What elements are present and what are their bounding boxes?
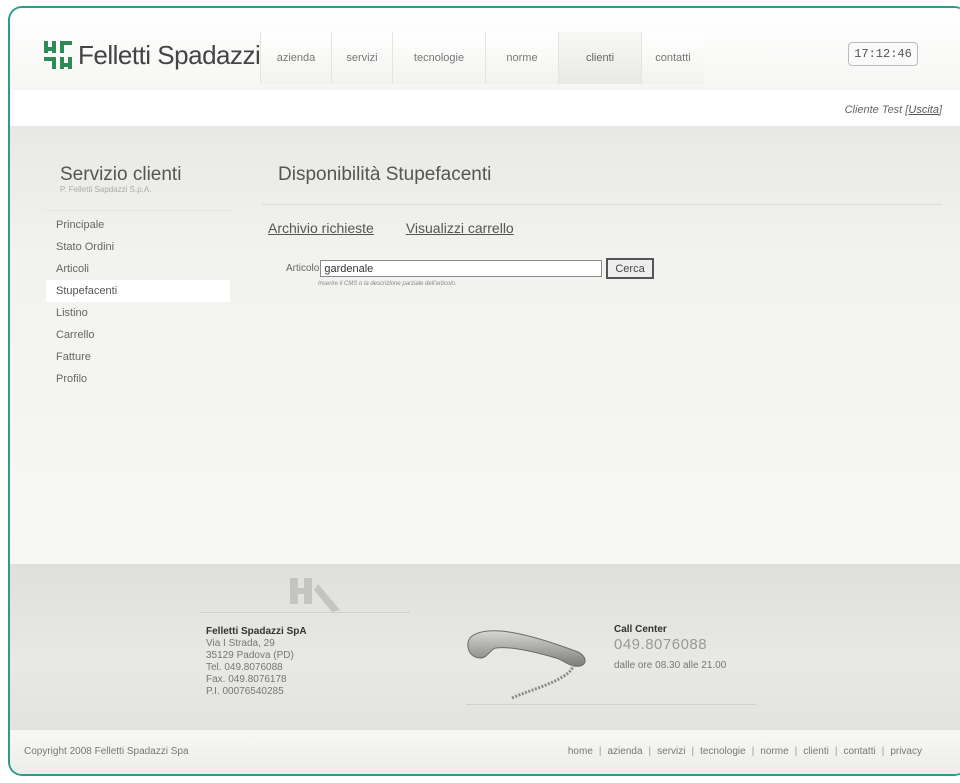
call-center-label: Call Center <box>614 624 667 635</box>
company-info: Felletti Spadazzi SpA Via I Strada, 29 3… <box>206 626 307 698</box>
nav-item-clienti[interactable]: clienti <box>558 32 641 84</box>
sidebar-item-carrello[interactable]: Carrello <box>46 324 230 346</box>
footer-link-separator: | <box>751 746 755 757</box>
footer-link-separator: | <box>598 746 602 757</box>
articolo-label: Articolo <box>286 263 320 274</box>
sidebar-item-articoli[interactable]: Articoli <box>46 258 230 280</box>
call-center-number: 049.8076088 <box>614 636 708 653</box>
user-bar: Cliente Test [Uscita] <box>10 90 960 126</box>
logout-link[interactable]: Uscita <box>908 104 939 116</box>
search-hint: Inserire il CMS o la descrizione parzial… <box>318 281 457 287</box>
brand-logo-icon <box>44 41 72 69</box>
company-tel: Tel. 049.8076088 <box>206 662 283 673</box>
user-name: Cliente Test <box>844 104 903 116</box>
sidebar-item-principale[interactable]: Principale <box>46 214 230 236</box>
bottom-bar: Copyright 2008 Felletti Spadazzi Spa hom… <box>10 730 960 774</box>
page-title: Disponibilità Stupefacenti <box>278 164 492 185</box>
copyright: Copyright 2008 Felletti Spadazzi Spa <box>24 746 189 757</box>
main-nav: azienda servizi tecnologie norme clienti cont… <box>260 32 704 84</box>
call-center-hours: dalle ore 08.30 alle 21.00 <box>614 660 727 671</box>
nav-item-servizi[interactable]: servizi <box>331 32 392 84</box>
phone-handset-icon <box>467 630 586 700</box>
page-frame: Felletti Spadazzi azienda servizi tecnolog… <box>8 6 960 776</box>
sidebar-menu: Principale Stato Ordini Articoli Stupefacen… <box>46 214 230 390</box>
company-fax: Fax. 049.8076178 <box>206 674 287 685</box>
sidebar-item-fatture[interactable]: Fatture <box>46 346 230 368</box>
footer-link-servizi[interactable]: servizi <box>657 746 685 757</box>
footer-link-norme[interactable]: norme <box>760 746 788 757</box>
visualizzi-carrello-link[interactable]: Visualizzi carrello <box>406 220 514 236</box>
footer-link-separator: | <box>648 746 652 757</box>
footer-link-clienti[interactable]: clienti <box>803 746 829 757</box>
footer-link-tecnologie[interactable]: tecnologie <box>700 746 746 757</box>
sidebar-item-profilo[interactable]: Profilo <box>46 368 230 390</box>
brand-logo[interactable]: Felletti Spadazzi <box>42 38 261 72</box>
nav-item-contatti[interactable]: contatti <box>641 32 704 84</box>
company-vat: P.I. 00076540285 <box>206 686 284 697</box>
footer-link-azienda[interactable]: azienda <box>608 746 643 757</box>
footer-divider-left <box>200 612 410 613</box>
sidebar-item-stato-ordini[interactable]: Stato Ordini <box>46 236 230 258</box>
footer-divider-right <box>466 704 756 705</box>
nav-item-tecnologie[interactable]: tecnologie <box>392 32 485 84</box>
footer-link-separator: | <box>794 746 798 757</box>
brand-name: Felletti Spadazzi <box>78 39 261 70</box>
sidebar-subtitle: P. Felletti Sapdazzi S.p.A. <box>60 185 152 194</box>
user-info: Cliente Test [Uscita] <box>844 104 942 116</box>
content-links: Archivio richieste Visualizzi carrello <box>268 220 514 236</box>
content-area: Servizio clienti P. Felletti Sapdazzi S.… <box>10 126 960 564</box>
sidebar-item-listino[interactable]: Listino <box>46 302 230 324</box>
articolo-input[interactable] <box>320 260 603 277</box>
sidebar-divider <box>46 210 230 211</box>
footer-link-separator: | <box>834 746 838 757</box>
footer-link-contatti[interactable]: contatti <box>843 746 875 757</box>
title-divider <box>262 204 942 205</box>
nav-item-norme[interactable]: norme <box>485 32 558 84</box>
footer-logo-icon <box>290 578 340 612</box>
sidebar-title: Servizio clienti <box>60 164 182 185</box>
footer-link-separator: | <box>881 746 885 757</box>
footer: Felletti Spadazzi SpA Via I Strada, 29 3… <box>10 564 960 730</box>
cerca-button[interactable]: Cerca <box>606 258 654 279</box>
search-form: Articolo Cerca <box>286 258 654 279</box>
footer-link-privacy[interactable]: privacy <box>890 746 922 757</box>
clock: 17:12:46 <box>848 42 918 66</box>
footer-link-separator: | <box>691 746 695 757</box>
footer-link-home[interactable]: home <box>568 746 593 757</box>
archivio-richieste-link[interactable]: Archivio richieste <box>268 220 374 236</box>
company-address: Via I Strada, 29 <box>206 638 275 649</box>
company-name: Felletti Spadazzi SpA <box>206 626 307 637</box>
header: Felletti Spadazzi azienda servizi tecnolog… <box>10 8 960 90</box>
footer-links: home | azienda | servizi | tecnologie | norme | cl… <box>568 746 922 757</box>
nav-item-azienda[interactable]: azienda <box>260 32 331 84</box>
company-city: 35129 Padova (PD) <box>206 650 294 661</box>
sidebar-item-stupefacenti[interactable]: Stupefacenti <box>46 280 230 302</box>
